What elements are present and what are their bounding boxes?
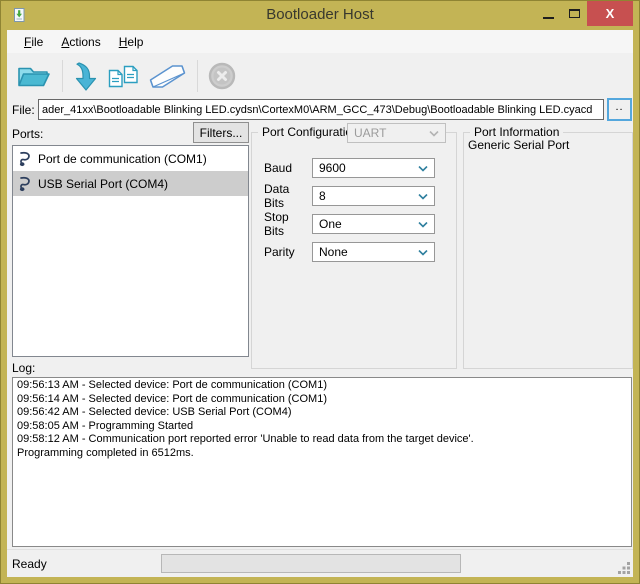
program-down-arrow-icon — [73, 61, 100, 92]
titlebar[interactable]: Bootloader Host X — [1, 1, 639, 30]
maximize-icon — [569, 9, 580, 18]
toolbar-separator — [197, 60, 198, 92]
erase-button[interactable] — [146, 62, 188, 91]
chevron-down-icon — [418, 166, 428, 172]
filters-button[interactable]: Filters... — [193, 122, 249, 143]
maximize-button[interactable] — [561, 1, 587, 25]
baud-value: 9600 — [319, 161, 346, 175]
verify-button[interactable] — [106, 62, 141, 91]
log-line: 09:58:05 AM - Programming Started — [17, 420, 627, 434]
log-label: Log: — [12, 361, 35, 375]
ports-label: Ports: — [12, 127, 43, 141]
parity-value: None — [319, 245, 348, 259]
menu-help[interactable]: Help — [110, 32, 153, 52]
file-path-input[interactable] — [38, 99, 604, 120]
minimize-icon — [543, 17, 554, 19]
log-line: 09:58:12 AM - Communication port reporte… — [17, 433, 627, 447]
filters-button-label: Filters... — [200, 126, 243, 140]
toolbar — [7, 53, 633, 99]
stop-bits-value: One — [319, 217, 342, 231]
stop-bits-label: Stop Bits — [264, 210, 312, 238]
chevron-down-icon — [429, 131, 439, 137]
browse-button[interactable]: .. — [607, 98, 632, 121]
stop-bits-row: Stop Bits One — [264, 214, 435, 234]
abort-button[interactable] — [207, 61, 237, 91]
data-bits-label: Data Bits — [264, 182, 312, 210]
file-label: File: — [12, 103, 35, 117]
bootloader-host-window: Bootloader Host X File Actions Help — [0, 0, 640, 584]
parity-label: Parity — [264, 245, 312, 259]
close-icon: X — [606, 6, 615, 21]
parity-dropdown[interactable]: None — [312, 242, 435, 262]
verify-documents-icon — [107, 63, 140, 90]
client-area: File Actions Help — [7, 30, 633, 577]
log-line: Programming completed in 6512ms. — [17, 447, 627, 461]
port-information-text: Generic Serial Port — [468, 138, 569, 152]
port-information-title: Port Information — [470, 125, 563, 139]
menu-bar: File Actions Help — [7, 30, 633, 53]
parity-row: Parity None — [264, 242, 435, 262]
log-output[interactable]: 09:56:13 AM - Selected device: Port de c… — [12, 377, 632, 547]
chevron-down-icon — [418, 250, 428, 256]
open-file-folder-icon — [16, 62, 52, 91]
protocol-value: UART — [354, 126, 386, 140]
data-bits-row: Data Bits 8 — [264, 186, 435, 206]
port-list-item-selected[interactable]: USB Serial Port (COM4) — [13, 171, 248, 196]
caption-buttons: X — [535, 1, 633, 26]
resize-grip-icon[interactable] — [617, 561, 631, 575]
baud-dropdown[interactable]: 9600 — [312, 158, 435, 178]
data-bits-value: 8 — [319, 189, 326, 203]
progress-bar — [161, 554, 461, 573]
port-list-item[interactable]: Port de communication (COM1) — [13, 146, 248, 171]
log-line: 09:56:13 AM - Selected device: Port de c… — [17, 379, 627, 393]
port-configuration-group: Port Configuration UART Baud 9600 Data B… — [251, 132, 457, 369]
status-bar: Ready — [7, 549, 633, 577]
protocol-dropdown[interactable]: UART — [347, 123, 446, 143]
chevron-down-icon — [418, 222, 428, 228]
serial-port-icon — [18, 151, 32, 167]
baud-label: Baud — [264, 161, 312, 175]
menu-file[interactable]: File — [15, 32, 52, 52]
log-line: 09:56:14 AM - Selected device: Port de c… — [17, 393, 627, 407]
log-line: 09:56:42 AM - Selected device: USB Seria… — [17, 406, 627, 420]
close-button[interactable]: X — [587, 1, 633, 26]
minimize-button[interactable] — [535, 1, 561, 25]
status-text: Ready — [12, 557, 47, 571]
port-item-label: Port de communication (COM1) — [38, 152, 207, 166]
toolbar-separator — [62, 60, 63, 92]
browse-button-label: .. — [615, 101, 623, 113]
menu-actions[interactable]: Actions — [52, 32, 109, 52]
open-file-button[interactable] — [15, 61, 53, 92]
port-item-label: USB Serial Port (COM4) — [38, 177, 168, 191]
chevron-down-icon — [418, 194, 428, 200]
data-bits-dropdown[interactable]: 8 — [312, 186, 435, 206]
erase-eraser-icon — [147, 63, 187, 90]
serial-port-icon — [18, 176, 32, 192]
program-button[interactable] — [72, 60, 101, 93]
abort-circle-x-icon — [208, 62, 236, 90]
stop-bits-dropdown[interactable]: One — [312, 214, 435, 234]
baud-row: Baud 9600 — [264, 158, 435, 178]
port-information-group: Port Information Generic Serial Port — [463, 132, 633, 369]
ports-list: Port de communication (COM1) USB Serial … — [12, 145, 249, 357]
